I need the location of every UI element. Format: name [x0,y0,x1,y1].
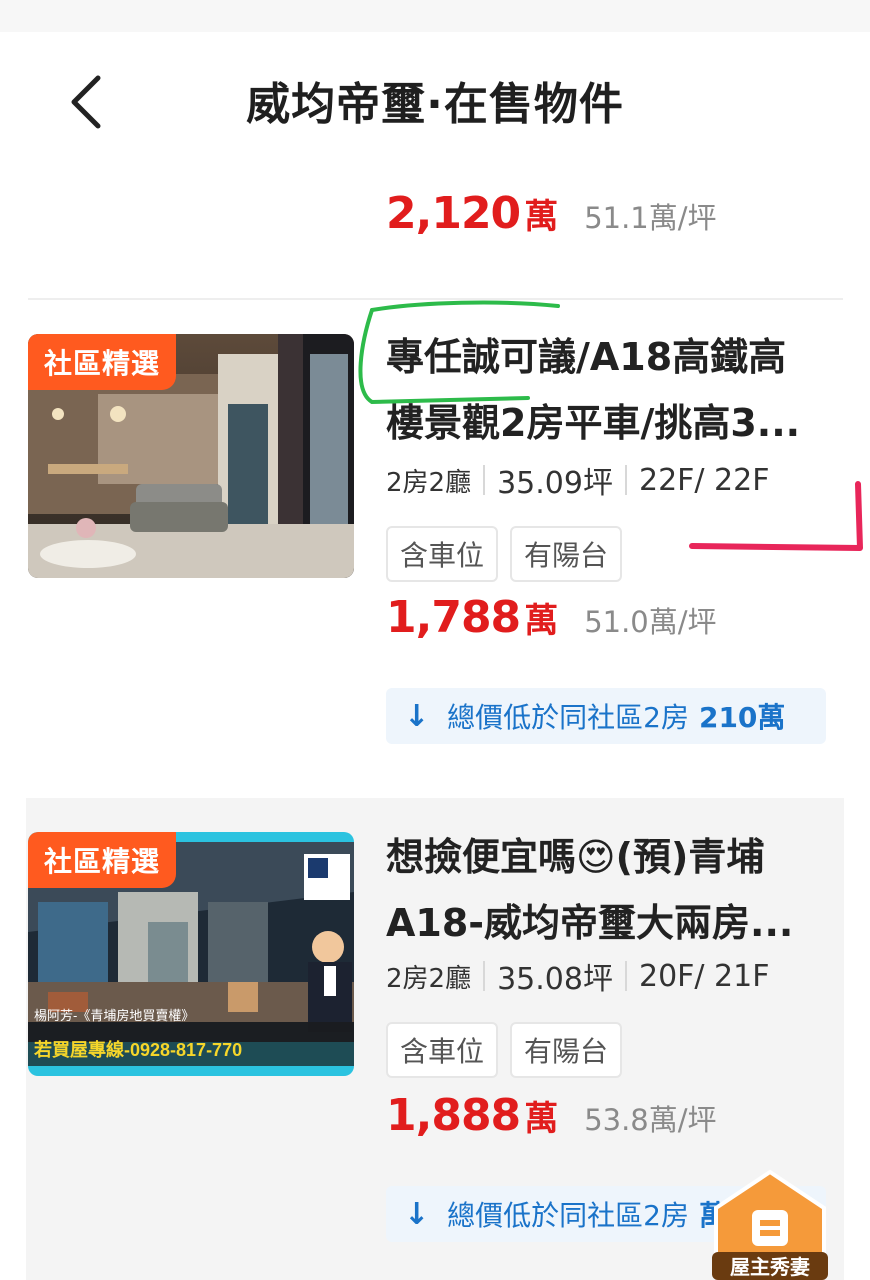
spec-separator [624,961,627,991]
spec-rooms: 2房2廳 [386,963,472,994]
floating-promo-badge[interactable]: 屋主秀妻 [708,1168,832,1280]
listing-tags: 含車位 有陽台 [386,1022,623,1078]
arrow-down-icon: ↓ [404,1196,430,1232]
arrow-down-icon: ↓ [404,698,430,734]
listing-price: 1,888 萬 53.8萬/坪 [386,1090,717,1141]
floating-badge-label: 屋主秀妻 [730,1255,810,1279]
listing-title[interactable]: 想撿便宜嗎😍(預)青埔 A18-威均帝璽大兩房... [386,824,836,956]
price-value: 2,120 [386,188,521,239]
spec-size: 35.08坪 [497,962,613,997]
badge-community-pick: 社區精選 [28,832,177,888]
compare-amount: 210萬 [698,701,786,734]
price-unit: 萬 [524,1099,559,1139]
listing-thumbnail[interactable]: 楊阿芳-《青埔房地買賣權》 若買屋專線-0928-817-770 社區精選 [28,832,354,1076]
thumb-caption: 楊阿芳-《青埔房地買賣權》 [34,1008,194,1023]
tag-balcony: 有陽台 [510,1022,623,1078]
unit-price: 51.1萬/坪 [584,201,717,235]
listing-title-line2: A18-威均帝璽大兩房... [386,901,794,945]
spec-separator [483,961,486,991]
tag-parking: 含車位 [386,1022,499,1078]
page-title: 威均帝璽·在售物件 [246,79,624,130]
listing-scroll-area[interactable]: 2,120 萬 51.1萬/坪 社區精選 專任誠可議/A18高鐵高 樓景觀2房平… [0,170,870,1280]
compare-text: 總價低於同社區2房 [447,701,689,734]
unit-price: 53.8萬/坪 [584,1103,717,1137]
header-bar: 威均帝璽·在售物件 [0,32,870,170]
listing-specs: 2房2廳 35.08坪 20F/ 21F [386,954,770,998]
price-compare-note: ↓ 總價低於同社區2房 210萬 [386,688,826,744]
annotation-overlay [358,300,863,551]
status-bar-strip [0,0,870,32]
listing-title-line1: 想撿便宜嗎😍(預)青埔 [386,835,765,879]
spec-floor: 20F/ 21F [638,958,770,994]
price-value: 1,888 [386,1090,521,1141]
thumb-banner: 若買屋專線-0928-817-770 [33,1039,242,1060]
house-mascot-icon: 屋主秀妻 [712,1169,828,1280]
compare-text: 總價低於同社區2房 [447,1199,689,1232]
price-unit: 萬 [524,197,559,237]
partial-listing-price: 2,120 萬 51.1萬/坪 [386,188,717,239]
